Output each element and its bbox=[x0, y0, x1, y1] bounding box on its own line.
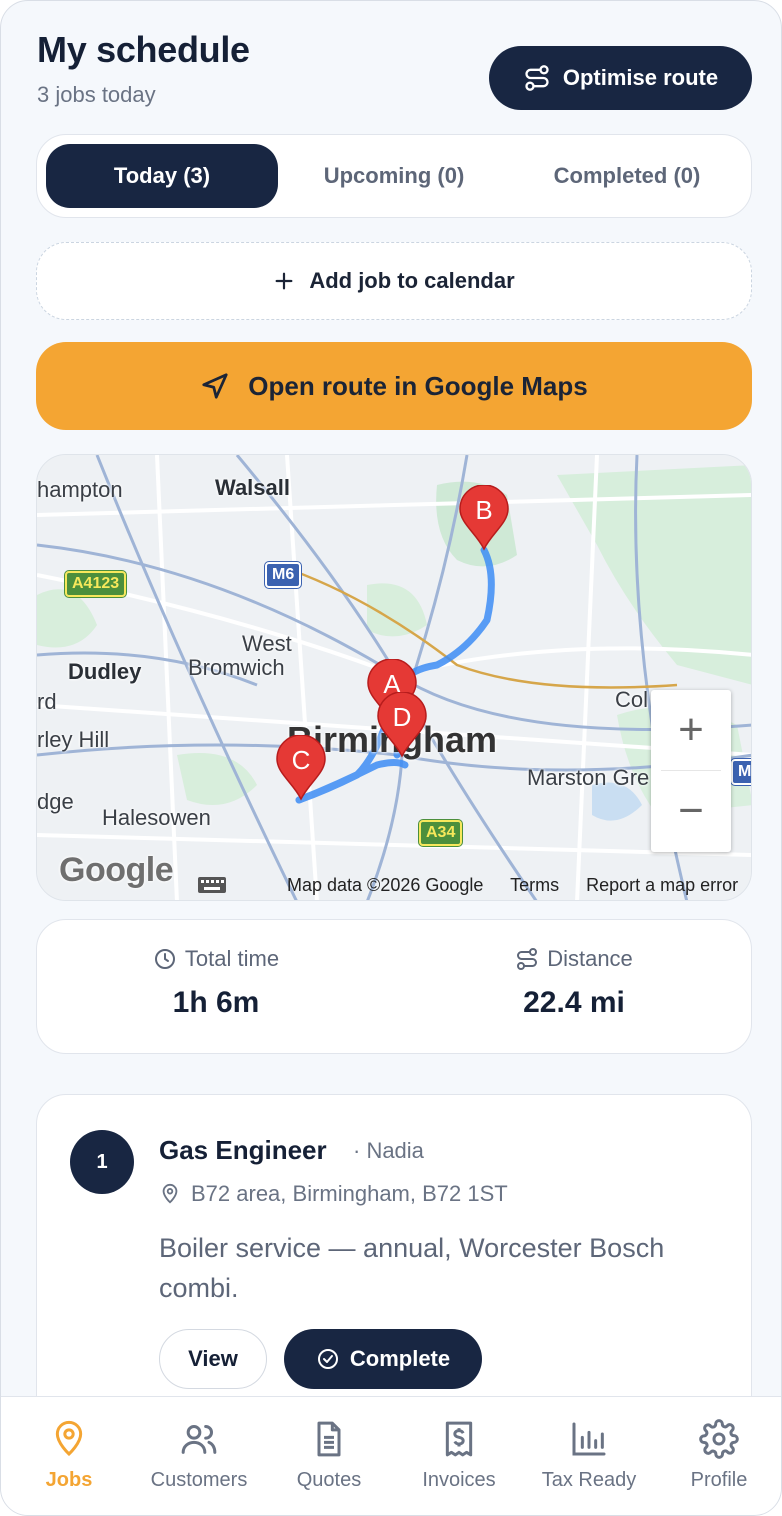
nav-profile-label: Profile bbox=[690, 1469, 748, 1491]
zoom-in-icon: + bbox=[678, 705, 704, 754]
job-assignee: · Nadia bbox=[353, 1138, 424, 1163]
route-stats-card: Total time 1h 6m Distance 22.4 mi bbox=[36, 919, 752, 1054]
clock-icon bbox=[154, 949, 175, 969]
map-report-link[interactable]: Report a map error bbox=[586, 875, 738, 895]
keyboard-icon[interactable] bbox=[197, 876, 227, 894]
view-job-button[interactable]: View bbox=[159, 1329, 267, 1389]
users-icon bbox=[181, 1425, 217, 1454]
job-card[interactable]: 1 Gas Engineer · Nadia B72 area, Birming… bbox=[36, 1094, 752, 1434]
tab-completed[interactable]: Completed (0) bbox=[510, 144, 744, 208]
distance-label: Distance bbox=[547, 946, 633, 971]
distance-value: 22.4 mi bbox=[523, 986, 625, 1019]
job-address: B72 area, Birmingham, B72 1ST bbox=[159, 1181, 508, 1207]
nav-invoices[interactable]: Invoices bbox=[394, 1397, 524, 1515]
optimise-route-button[interactable]: Optimise route bbox=[489, 46, 752, 110]
map-zoom-control: + − bbox=[651, 690, 731, 852]
place-dudley: Dudley bbox=[68, 659, 142, 684]
nav-tax-ready-label: Tax Ready bbox=[541, 1469, 637, 1491]
marker-label-d: D bbox=[393, 702, 412, 732]
place-halesowen: Halesowen bbox=[102, 805, 211, 830]
nav-customers[interactable]: Customers bbox=[134, 1397, 264, 1515]
add-job-label: Add job to calendar bbox=[309, 268, 515, 293]
map-pin-icon bbox=[162, 1183, 178, 1204]
map-data-text: Map data ©2026 Google bbox=[287, 875, 484, 895]
gear-icon bbox=[699, 1419, 739, 1459]
page-title: My schedule bbox=[37, 29, 250, 70]
map-attribution: Map data ©2026 Google Terms Report a map… bbox=[287, 875, 751, 896]
add-job-button[interactable]: Add job to calendar bbox=[36, 242, 752, 320]
nav-tax-ready[interactable]: Tax Ready bbox=[524, 1397, 654, 1515]
zoom-in-button[interactable]: + bbox=[651, 690, 731, 770]
navigation-icon bbox=[202, 373, 228, 399]
marker-label-b: B bbox=[475, 495, 492, 525]
place-rley-hill: rley Hill bbox=[37, 727, 110, 752]
job-description: Boiler service — annual, Worcester Bosch… bbox=[159, 1233, 665, 1303]
place-dge: dge bbox=[37, 789, 74, 814]
map-marker-d[interactable]: D bbox=[376, 692, 428, 758]
place-marston-green: Marston Gre bbox=[527, 765, 650, 790]
map-pin-icon bbox=[55, 1420, 83, 1457]
receipt-icon bbox=[445, 1421, 473, 1457]
road-m6: M6 bbox=[263, 561, 303, 589]
route-icon bbox=[525, 65, 549, 91]
check-circle-icon bbox=[317, 1349, 338, 1369]
route-icon bbox=[517, 948, 538, 970]
road-a34: A34 bbox=[417, 819, 464, 847]
place-rd: rd bbox=[37, 689, 57, 714]
nav-invoices-label: Invoices bbox=[422, 1469, 496, 1491]
zoom-out-button[interactable]: − bbox=[651, 771, 731, 851]
nav-quotes[interactable]: Quotes bbox=[264, 1397, 394, 1515]
nav-jobs-label: Jobs bbox=[45, 1469, 93, 1491]
marker-label-c: C bbox=[292, 745, 311, 775]
job-number-badge: 1 bbox=[70, 1130, 134, 1194]
complete-job-label: Complete bbox=[349, 1346, 451, 1371]
schedule-tabs: Today (3) Upcoming (0) Completed (0) bbox=[36, 134, 752, 218]
jobs-count: 3 jobs today bbox=[37, 82, 156, 107]
nav-quotes-label: Quotes bbox=[296, 1469, 362, 1491]
open-google-maps-button[interactable]: Open route in Google Maps bbox=[36, 342, 752, 430]
job-address-text: B72 area, Birmingham, B72 1ST bbox=[191, 1181, 508, 1206]
nav-profile[interactable]: Profile bbox=[654, 1397, 781, 1515]
nav-jobs[interactable]: Jobs bbox=[4, 1397, 134, 1515]
zoom-out-icon: − bbox=[678, 786, 704, 835]
place-col: Col bbox=[615, 687, 649, 712]
job-title: Gas Engineer bbox=[159, 1135, 327, 1165]
place-bromwich: Bromwich bbox=[188, 655, 285, 680]
place-walsall: Walsall bbox=[215, 475, 290, 500]
bottom-nav: Jobs Customers Quotes Invoices Tax Ready… bbox=[1, 1396, 781, 1515]
open-google-maps-label: Open route in Google Maps bbox=[248, 370, 588, 401]
tab-today[interactable]: Today (3) bbox=[46, 144, 278, 208]
complete-job-button[interactable]: Complete bbox=[284, 1329, 482, 1389]
optimise-route-label: Optimise route bbox=[562, 65, 719, 90]
bar-chart-icon bbox=[572, 1422, 606, 1456]
road-a4123: A4123 bbox=[63, 570, 128, 598]
total-time-label: Total time bbox=[184, 946, 280, 971]
total-time-value: 1h 6m bbox=[172, 986, 260, 1019]
map-terms-link[interactable]: Terms bbox=[510, 875, 559, 895]
place-hampton: hampton bbox=[37, 477, 123, 502]
app-screen: My schedule 3 jobs today Optimise route … bbox=[0, 0, 782, 1516]
road-m-right: M bbox=[729, 758, 751, 786]
map-marker-c[interactable]: C bbox=[275, 735, 327, 801]
map-marker-b[interactable]: B bbox=[458, 485, 510, 551]
nav-customers-label: Customers bbox=[150, 1469, 248, 1491]
plus-icon bbox=[275, 272, 293, 290]
place-west: West bbox=[242, 631, 292, 656]
document-icon bbox=[317, 1421, 341, 1457]
google-logo: Google bbox=[59, 851, 174, 889]
route-map[interactable]: hampton Walsall West Bromwich Dudley rd … bbox=[36, 454, 752, 901]
tab-upcoming[interactable]: Upcoming (0) bbox=[278, 144, 510, 208]
